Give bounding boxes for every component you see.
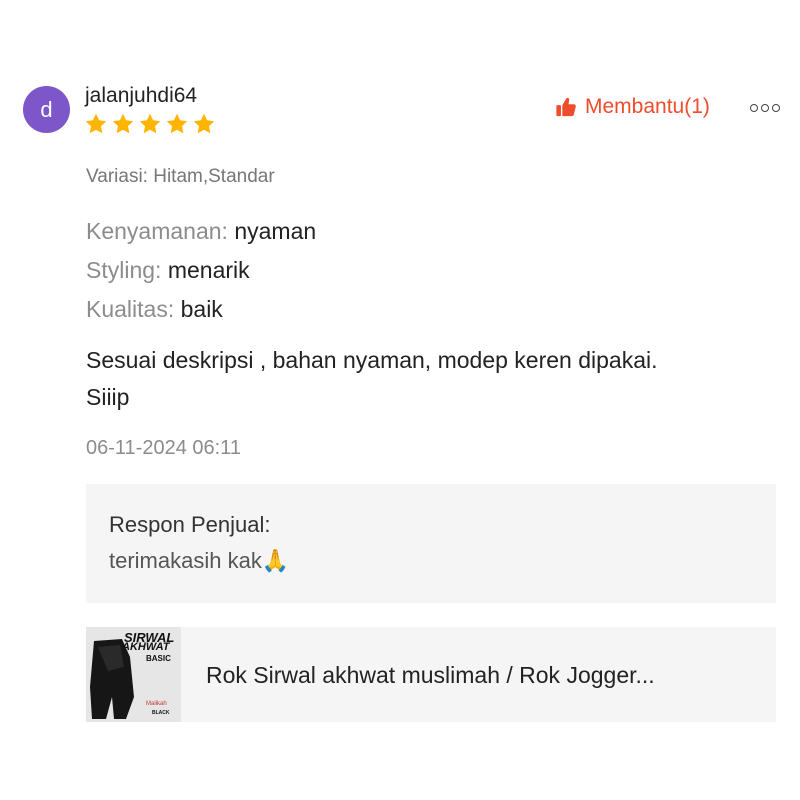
attribute-key: Styling: (86, 257, 162, 283)
attribute-key: Kenyamanan: (86, 218, 228, 244)
helpful-button[interactable]: Membantu(1) (555, 95, 710, 119)
avatar[interactable]: d (23, 86, 70, 133)
attribute-value: menarik (167, 257, 250, 283)
attribute-styling: Styling: menarik (86, 257, 250, 284)
attribute-quality: Kualitas: baik (86, 296, 223, 323)
review-comment-line: Siiip (86, 384, 130, 410)
star-icon (112, 113, 134, 134)
product-thumbnail: SIRWAL AKHWAT BASIC Malikah BLACK (86, 627, 181, 722)
attribute-value: nyaman (234, 218, 317, 244)
thumbnail-text: Malikah (146, 701, 167, 707)
review-date: 06-11-2024 06:11 (86, 437, 241, 459)
rating-stars (84, 112, 216, 136)
more-options-icon[interactable] (750, 100, 780, 116)
star-icon (139, 113, 161, 134)
helpful-label: Membantu(1) (585, 95, 710, 118)
attribute-key: Kualitas: (86, 296, 175, 322)
attribute-comfort: Kenyamanan: nyaman (86, 218, 316, 245)
thumbs-up-icon (556, 97, 576, 117)
seller-response: Respon Penjual: terimakasih kak🙏 (86, 484, 776, 603)
attribute-value: baik (180, 296, 223, 322)
star-icon (193, 113, 215, 134)
product-title: Rok Sirwal akhwat muslimah / Rok Jogger.… (206, 662, 655, 688)
more-dot (772, 104, 780, 112)
avatar-letter: d (40, 96, 53, 122)
review-comment: Sesuai deskripsi , bahan nyaman, modep k… (86, 342, 786, 416)
seller-response-title: Respon Penjual: (109, 512, 271, 537)
star-icon (85, 113, 107, 134)
star-icon (166, 113, 188, 134)
product-variant: Variasi: Hitam,Standar (86, 166, 275, 187)
thumbnail-text: BASIC (146, 654, 171, 663)
seller-response-text: terimakasih kak🙏 (109, 548, 290, 573)
thumbnail-text: AKHWAT (122, 641, 170, 653)
product-card[interactable]: SIRWAL AKHWAT BASIC Malikah BLACK Rok Si… (86, 627, 776, 722)
thumbnail-text: BLACK (152, 710, 170, 716)
more-dot (761, 104, 769, 112)
review-comment-line: Sesuai deskripsi , bahan nyaman, modep k… (86, 347, 658, 373)
more-dot (750, 104, 758, 112)
reviewer-username[interactable]: jalanjuhdi64 (85, 84, 197, 108)
